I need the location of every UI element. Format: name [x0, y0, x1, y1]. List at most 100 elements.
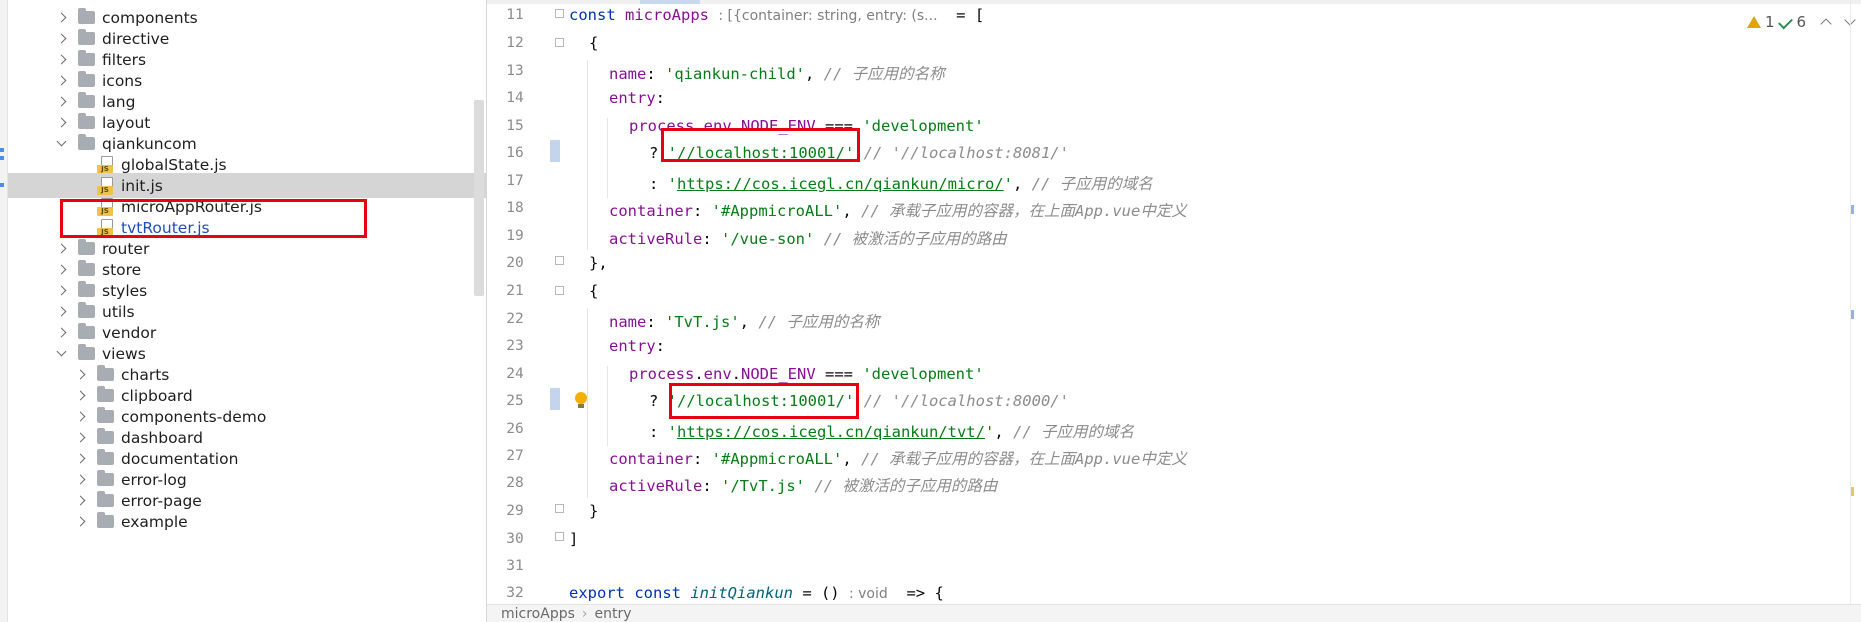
chevron-right-icon[interactable]: [73, 368, 87, 382]
vcs-change-marker[interactable]: [550, 388, 560, 410]
line-number[interactable]: 32: [487, 585, 543, 601]
code-line-14[interactable]: entry:: [609, 89, 665, 107]
chevron-right-icon[interactable]: [73, 515, 87, 529]
code-line-17[interactable]: : 'https://cos.icegl.cn/qiankun/micro/',…: [649, 172, 1153, 194]
string: 'development': [862, 365, 984, 383]
line-number[interactable]: 11: [487, 7, 543, 23]
fold-marker[interactable]: [555, 532, 564, 541]
fold-marker[interactable]: [555, 286, 564, 295]
line-number[interactable]: 15: [487, 118, 543, 134]
line-number[interactable]: 29: [487, 503, 543, 519]
line-number[interactable]: 25: [487, 393, 543, 409]
tree-item-example[interactable]: example: [8, 509, 478, 534]
chevron-right-icon[interactable]: [73, 494, 87, 508]
tree-item-label: styles: [102, 281, 148, 300]
line-number[interactable]: 16: [487, 145, 543, 161]
chevron-right-icon[interactable]: [73, 473, 87, 487]
property: activeRule: [609, 230, 703, 248]
folder-icon: [78, 260, 95, 276]
chevron-right-icon[interactable]: [54, 116, 68, 130]
code-line-27[interactable]: container: '#AppmicroALL', // 承载子应用的容器，在…: [609, 447, 1187, 469]
line-number[interactable]: 12: [487, 35, 543, 51]
line-number[interactable]: 17: [487, 173, 543, 189]
chevron-right-icon[interactable]: [54, 305, 68, 319]
line-number[interactable]: 13: [487, 63, 543, 79]
tree-item-label: documentation: [121, 449, 239, 468]
chevron-down-icon[interactable]: [54, 137, 68, 151]
fold-marker[interactable]: [555, 9, 564, 18]
vcs-change-marker[interactable]: [550, 140, 560, 162]
code-line-19[interactable]: activeRule: '/vue-son' // 被激活的子应用的路由: [609, 227, 1007, 249]
url-link[interactable]: https://cos.icegl.cn/qiankun/micro/: [677, 175, 1004, 193]
chevron-right-icon[interactable]: [73, 452, 87, 466]
line-number[interactable]: 28: [487, 475, 543, 491]
intention-bulb-icon[interactable]: [575, 392, 587, 409]
fold-marker[interactable]: [555, 38, 564, 47]
code-line-30[interactable]: ]: [569, 530, 578, 548]
breadcrumb-item[interactable]: entry: [595, 606, 632, 622]
error-stripe-mark[interactable]: [1851, 205, 1854, 214]
tree-scrollbar[interactable]: [474, 100, 484, 296]
string: '#AppmicroALL': [711, 202, 843, 220]
line-number[interactable]: 14: [487, 90, 543, 106]
code-line-28[interactable]: activeRule: '/TvT.js' // 被激活的子应用的路由: [609, 474, 997, 496]
code-text: :: [693, 202, 712, 220]
line-number[interactable]: 31: [487, 558, 543, 574]
chevron-right-icon[interactable]: [54, 95, 68, 109]
code-text: ?: [649, 392, 668, 410]
code-line-29[interactable]: }: [589, 502, 598, 520]
tree-item-label: store: [102, 260, 142, 279]
code-line-21[interactable]: {: [589, 282, 598, 300]
code-line-32[interactable]: export const initQiankun = () : void => …: [569, 584, 944, 602]
chevron-right-icon[interactable]: [54, 74, 68, 88]
line-number[interactable]: 24: [487, 366, 543, 382]
line-number[interactable]: 21: [487, 283, 543, 299]
line-number[interactable]: 27: [487, 448, 543, 464]
code-line-13[interactable]: name: 'qiankun-child', // 子应用的名称: [609, 62, 945, 84]
chevron-right-icon[interactable]: [54, 53, 68, 67]
chevron-right-icon[interactable]: [73, 410, 87, 424]
chevron-right-icon[interactable]: [54, 242, 68, 256]
breadcrumb-item[interactable]: microApps: [501, 606, 575, 622]
code-line-22[interactable]: name: 'TvT.js', // 子应用的名称: [609, 310, 879, 332]
code-line-20[interactable]: },: [589, 254, 608, 272]
code-line-12[interactable]: {: [589, 34, 598, 52]
chevron-up-icon[interactable]: [1820, 18, 1832, 30]
error-stripe-mark[interactable]: [1851, 310, 1854, 319]
chevron-right-icon[interactable]: [54, 326, 68, 340]
error-stripe[interactable]: [1850, 0, 1851, 604]
fold-marker[interactable]: [555, 256, 564, 265]
string: 'development': [862, 117, 984, 135]
inspections-widget[interactable]: 1 6: [1747, 13, 1856, 31]
url-link[interactable]: https://cos.icegl.cn/qiankun/tvt/: [677, 423, 985, 441]
line-number[interactable]: 19: [487, 228, 543, 244]
line-number[interactable]: 22: [487, 311, 543, 327]
check-icon: [1777, 14, 1793, 30]
code-line-23[interactable]: entry:: [609, 337, 665, 355]
chevron-down-icon[interactable]: [54, 347, 68, 361]
line-number[interactable]: 18: [487, 200, 543, 216]
code-line-18[interactable]: container: '#AppmicroALL', // 承载子应用的容器，在…: [609, 199, 1187, 221]
chevron-right-icon[interactable]: [54, 284, 68, 298]
line-number[interactable]: 30: [487, 531, 543, 547]
chevron-right-icon[interactable]: [54, 11, 68, 25]
fold-marker[interactable]: [555, 504, 564, 513]
code-text: ,: [1012, 175, 1032, 193]
code-line-11[interactable]: const microApps : [{container: string, e…: [569, 6, 984, 24]
line-number[interactable]: 23: [487, 338, 543, 354]
line-number[interactable]: 20: [487, 255, 543, 271]
line-number[interactable]: 26: [487, 421, 543, 437]
chevron-right-icon[interactable]: [73, 431, 87, 445]
indent-guide: [587, 308, 588, 498]
comment: // 子应用的名称: [758, 313, 880, 331]
chevron-right-icon: ›: [581, 605, 588, 622]
code-editor[interactable]: 11 12 13 14 15 16 17 18 19 20 21 22 23 24 25 26 27 28 29 30…: [486, 0, 1861, 622]
chevron-right-icon[interactable]: [54, 32, 68, 46]
error-stripe-mark[interactable]: [1851, 487, 1854, 496]
chevron-right-icon[interactable]: [54, 263, 68, 277]
code-line-26[interactable]: : 'https://cos.icegl.cn/qiankun/tvt/', /…: [649, 420, 1134, 442]
chevron-right-icon[interactable]: [73, 389, 87, 403]
strip-marker: [0, 156, 4, 160]
code-line-24[interactable]: process.env.NODE_ENV === 'development': [629, 365, 984, 383]
code-text: ,: [842, 450, 861, 468]
